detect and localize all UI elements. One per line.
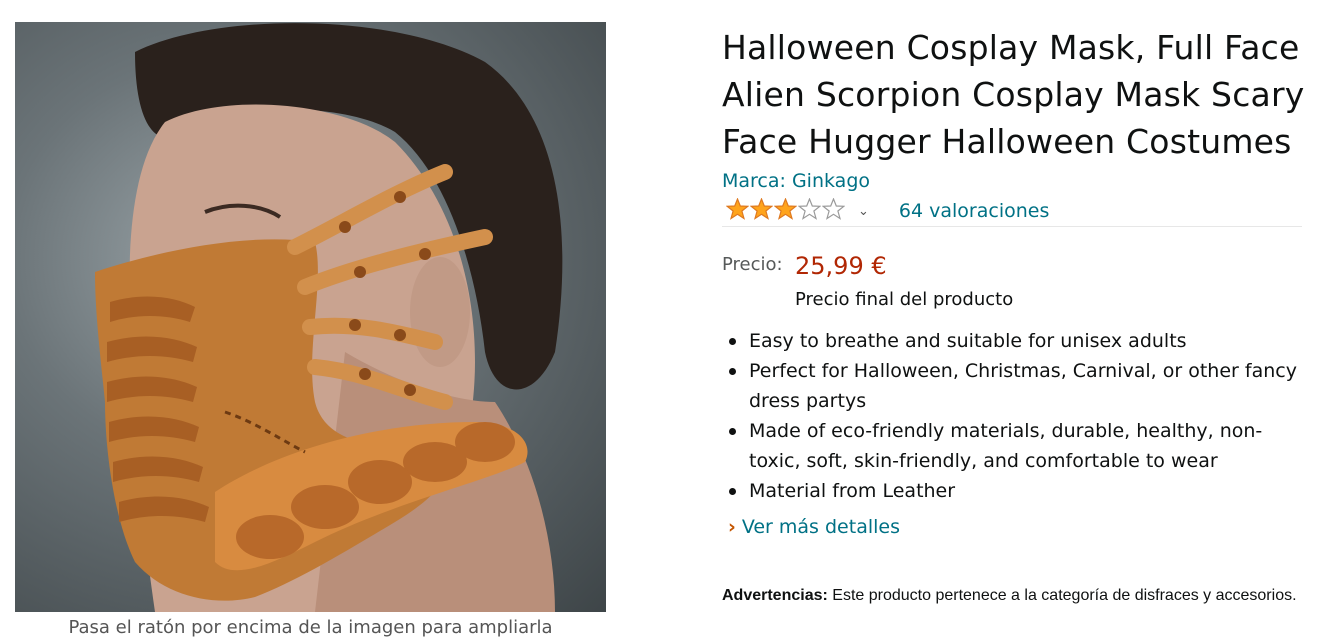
chevron-right-icon: › (728, 516, 736, 538)
star-empty-icon (798, 197, 821, 220)
brand-link[interactable]: Marca: Ginkago (722, 170, 870, 192)
chevron-down-icon[interactable]: ⌄ (858, 203, 869, 219)
divider (722, 226, 1302, 227)
ratings-count-link[interactable]: 64 valoraciones (899, 200, 1049, 222)
feature-bullet: Material from Leather (722, 476, 1302, 506)
product-photo (95, 23, 563, 612)
price-label: Precio: (722, 254, 783, 275)
see-more-details-link[interactable]: › Ver más detalles (728, 516, 900, 538)
star-empty-icon (822, 197, 845, 220)
image-zoom-hint: Pasa el ratón por encima de la imagen pa… (68, 617, 553, 638)
price-note: Precio final del producto (795, 289, 1014, 310)
star-filled-icon (750, 197, 773, 220)
product-title: Halloween Cosplay Mask, Full Face Alien … (722, 28, 1305, 161)
warning-text: Este producto pertenece a la categoría d… (827, 587, 1297, 604)
feature-bullet: Easy to breathe and suitable for unisex … (722, 326, 1302, 356)
warning-notice: Advertencias: Este producto pertenece a … (722, 583, 1297, 608)
warning-label: Advertencias: (722, 587, 828, 604)
star-filled-icon (726, 197, 749, 220)
product-image[interactable] (15, 22, 606, 612)
price-value: 25,99 € (795, 252, 887, 280)
star-rating[interactable] (726, 197, 846, 225)
feature-bullet: Perfect for Halloween, Christmas, Carniv… (722, 356, 1302, 416)
feature-bullet: Made of eco-friendly materials, durable,… (722, 416, 1302, 476)
see-more-details-label: Ver más detalles (741, 516, 900, 538)
star-filled-icon (774, 197, 797, 220)
feature-bullets: Easy to breathe and suitable for unisex … (722, 326, 1302, 506)
rating-row[interactable]: ⌄ 64 valoraciones (726, 197, 1049, 225)
